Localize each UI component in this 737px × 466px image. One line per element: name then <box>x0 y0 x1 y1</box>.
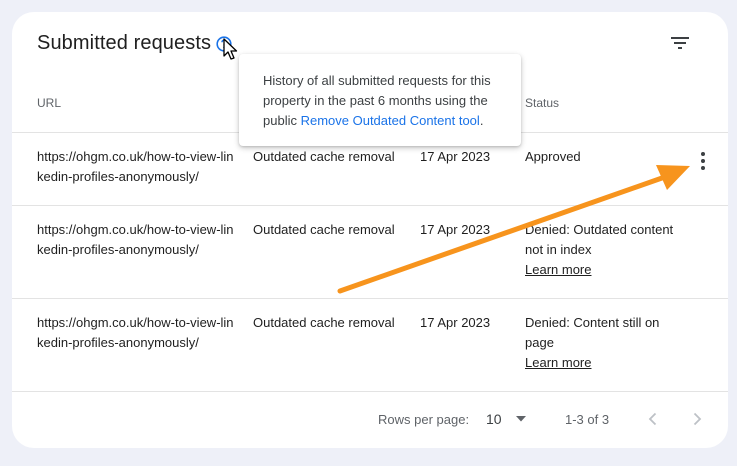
footer-divider <box>12 391 728 392</box>
pagination-range: 1-3 of 3 <box>565 412 610 427</box>
row-1-date: 17 Apr 2023 <box>420 149 491 164</box>
row-3-url: https://ohgm.co.uk/how-to-view-linkedin-… <box>37 315 234 350</box>
row-1-status: Approved <box>525 149 581 164</box>
row-2-date: 17 Apr 2023 <box>420 222 491 237</box>
row-2-status: Denied: Outdated content not in index <box>525 222 674 257</box>
help-tooltip: History of all submitted requests for th… <box>239 54 521 146</box>
row-3-date: 17 Apr 2023 <box>420 315 491 330</box>
filter-list-icon[interactable] <box>668 31 692 55</box>
mouse-pointer-icon <box>223 38 238 60</box>
column-header-status[interactable]: Status <box>525 96 559 110</box>
row-2-type: Outdated cache removal <box>253 222 395 237</box>
row-3-learn-more-link[interactable]: Learn more <box>525 353 690 373</box>
chevron-right-icon[interactable] <box>688 410 706 428</box>
rows-per-page-label: Rows per page: <box>378 412 470 427</box>
row-2-status-block: Denied: Outdated content not in index Le… <box>525 220 690 280</box>
column-header-url[interactable]: URL <box>37 96 61 110</box>
row-3-status-block: Denied: Content still on page Learn more <box>525 313 690 373</box>
row-divider <box>12 205 728 206</box>
more-vert-icon[interactable] <box>698 150 708 172</box>
row-3-type: Outdated cache removal <box>253 315 395 330</box>
rows-per-page-select[interactable]: 10 <box>486 411 502 427</box>
tooltip-link[interactable]: Remove Outdated Content tool <box>301 113 480 128</box>
row-divider <box>12 298 728 299</box>
chevron-left-icon[interactable] <box>644 410 662 428</box>
card-title: Submitted requests <box>37 32 212 54</box>
chevron-down-icon[interactable] <box>515 415 527 423</box>
row-2-url: https://ohgm.co.uk/how-to-view-linkedin-… <box>37 222 234 257</box>
row-1-type: Outdated cache removal <box>253 149 395 164</box>
row-1-url: https://ohgm.co.uk/how-to-view-linkedin-… <box>37 149 234 184</box>
row-3-status: Denied: Content still on page <box>525 315 660 350</box>
tooltip-end: . <box>479 113 484 128</box>
row-2-learn-more-link[interactable]: Learn more <box>525 260 690 280</box>
submitted-requests-card: Submitted requests URL Status https://oh… <box>12 12 728 448</box>
